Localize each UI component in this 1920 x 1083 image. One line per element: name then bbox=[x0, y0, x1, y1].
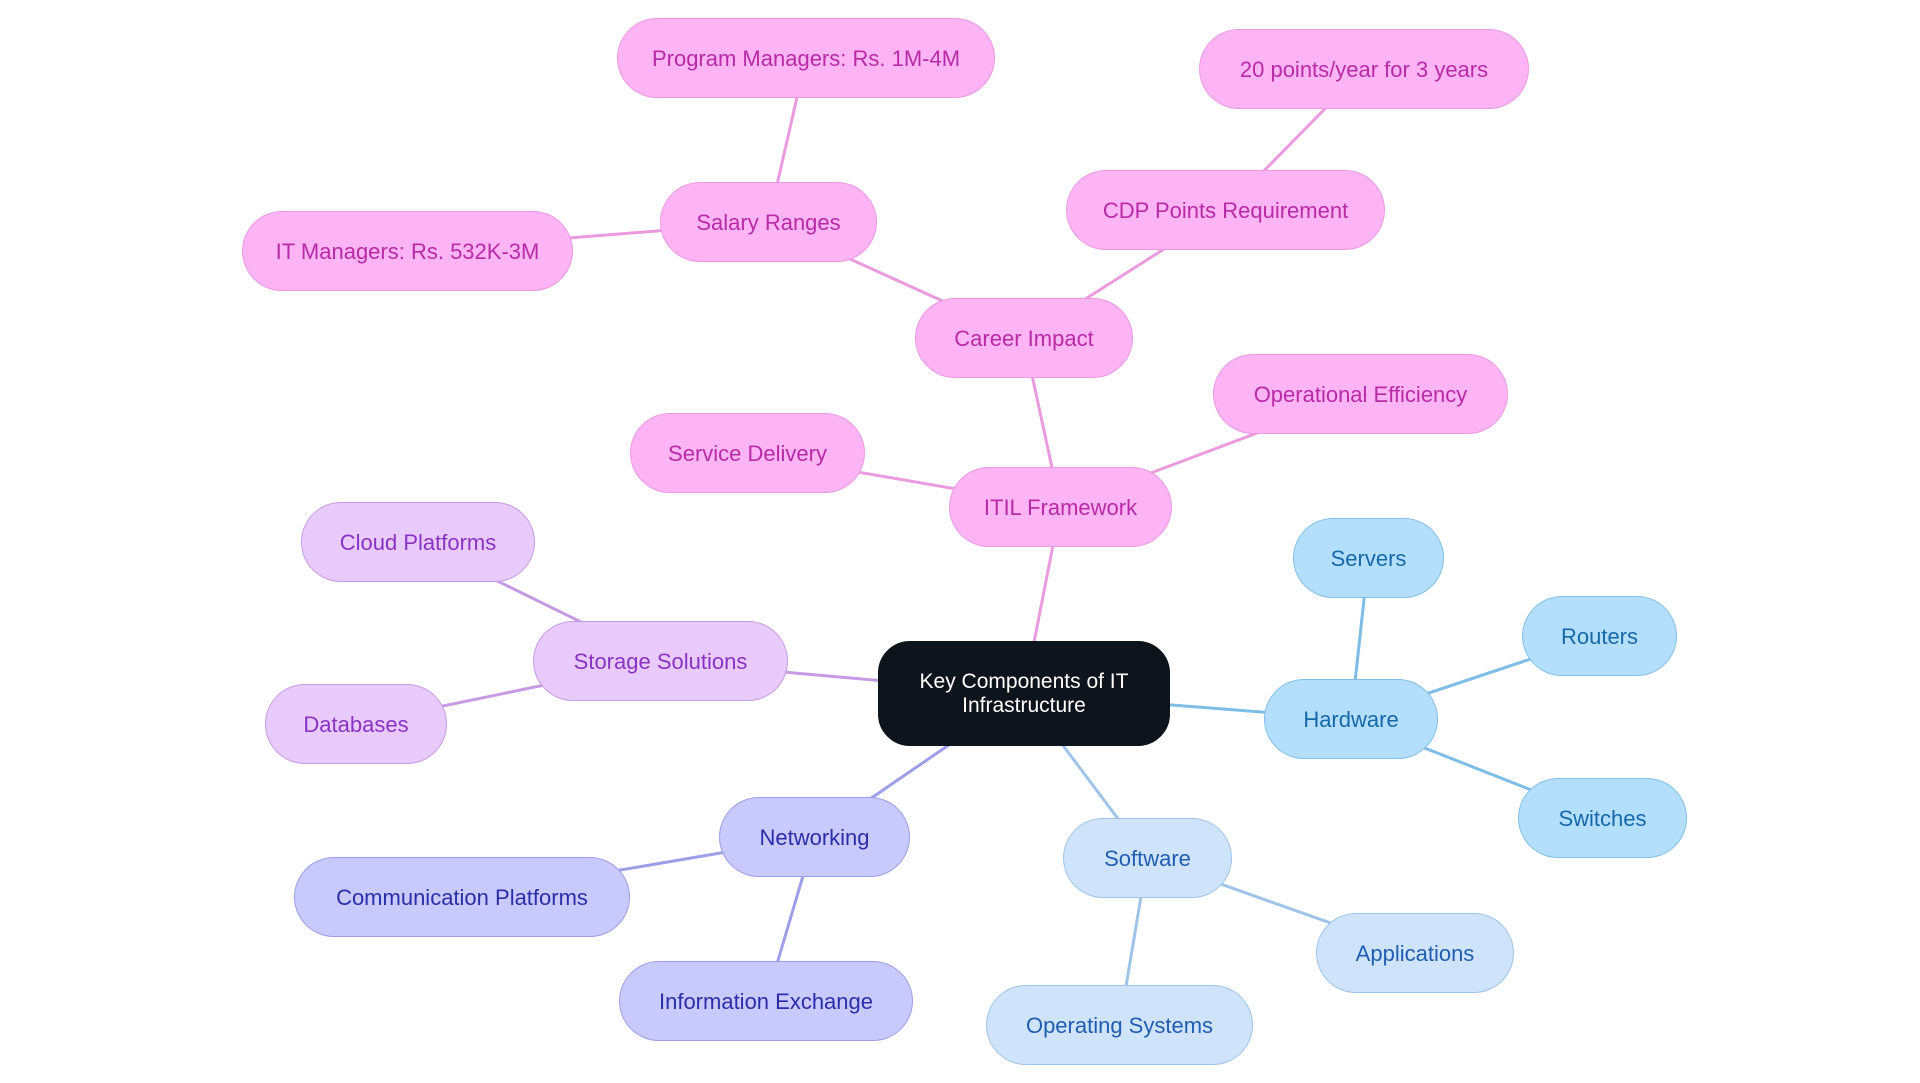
node-storage-solutions[interactable]: Storage Solutions bbox=[533, 621, 788, 701]
node-label: Hardware bbox=[1303, 706, 1399, 732]
node-label: Operational Efficiency bbox=[1253, 381, 1468, 407]
node-it-managers[interactable]: IT Managers: Rs. 532K-3M bbox=[242, 211, 573, 291]
node-label: Servers bbox=[1330, 545, 1407, 571]
node-switches[interactable]: Switches bbox=[1518, 778, 1687, 858]
node-label: Storage Solutions bbox=[573, 648, 748, 674]
node-communication-platforms[interactable]: Communication Platforms bbox=[294, 857, 630, 937]
node-operational-efficiency[interactable]: Operational Efficiency bbox=[1213, 354, 1508, 434]
mindmap-edges bbox=[355, 57, 1604, 1026]
node-hardware[interactable]: Hardware bbox=[1264, 679, 1438, 759]
node-label: Databases bbox=[303, 711, 409, 737]
node-operating-systems[interactable]: Operating Systems bbox=[986, 985, 1253, 1065]
node-label: Key Components of IT Infrastructure bbox=[919, 669, 1129, 717]
node-label: Career Impact bbox=[954, 325, 1094, 351]
node-root[interactable]: Key Components of IT Infrastructure bbox=[878, 641, 1170, 746]
node-label: Communication Platforms bbox=[336, 884, 588, 910]
node-salary-ranges[interactable]: Salary Ranges bbox=[660, 182, 877, 262]
node-label: Routers bbox=[1560, 623, 1639, 649]
node-label: 20 points/year for 3 years bbox=[1239, 56, 1489, 82]
node-routers[interactable]: Routers bbox=[1522, 596, 1677, 676]
node-software[interactable]: Software bbox=[1063, 818, 1232, 898]
node-applications[interactable]: Applications bbox=[1316, 913, 1514, 993]
node-label: Information Exchange bbox=[658, 988, 874, 1014]
node-label: ITIL Framework bbox=[983, 494, 1138, 520]
node-20-points-per-year[interactable]: 20 points/year for 3 years bbox=[1199, 29, 1529, 109]
node-label: IT Managers: Rs. 532K-3M bbox=[275, 238, 540, 264]
node-servers[interactable]: Servers bbox=[1293, 518, 1444, 598]
node-label: Networking bbox=[759, 824, 870, 850]
node-program-managers[interactable]: Program Managers: Rs. 1M-4M bbox=[617, 18, 995, 98]
node-label: Switches bbox=[1558, 805, 1647, 831]
node-label: Salary Ranges bbox=[696, 209, 841, 235]
node-label: Applications bbox=[1355, 940, 1475, 966]
node-label: Program Managers: Rs. 1M-4M bbox=[651, 45, 961, 71]
node-label: CDP Points Requirement bbox=[1102, 197, 1349, 223]
node-cdp-points-requirement[interactable]: CDP Points Requirement bbox=[1066, 170, 1385, 250]
node-networking[interactable]: Networking bbox=[719, 797, 910, 877]
node-label: Cloud Platforms bbox=[339, 529, 497, 555]
node-information-exchange[interactable]: Information Exchange bbox=[619, 961, 913, 1041]
node-label: Operating Systems bbox=[1025, 1012, 1214, 1038]
node-label: Software bbox=[1104, 845, 1191, 871]
node-cloud-platforms[interactable]: Cloud Platforms bbox=[301, 502, 535, 582]
node-itil-framework[interactable]: ITIL Framework bbox=[949, 467, 1172, 547]
node-label: Service Delivery bbox=[668, 440, 827, 466]
node-service-delivery[interactable]: Service Delivery bbox=[630, 413, 865, 493]
node-career-impact[interactable]: Career Impact bbox=[915, 298, 1133, 378]
node-databases[interactable]: Databases bbox=[265, 684, 447, 764]
